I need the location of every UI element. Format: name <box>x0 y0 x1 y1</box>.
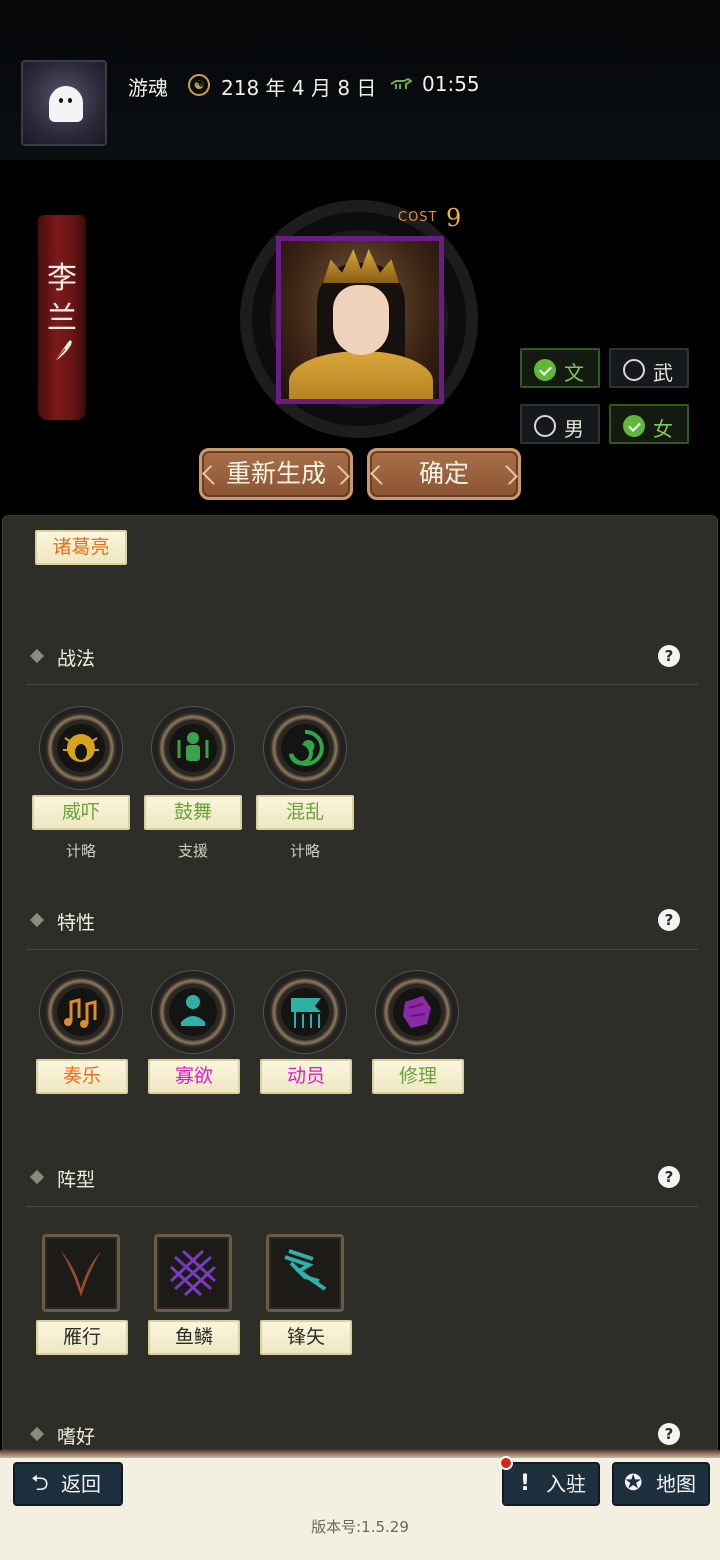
type-military-label: 武 <box>653 361 673 385</box>
calendar-icon: ☯ <box>188 74 210 96</box>
ghost-icon <box>49 86 83 122</box>
top-bar: 游魂 ☯ 218 年 4 月 8 日 01:55 <box>0 0 720 160</box>
divider <box>26 1206 698 1207</box>
traits-help-icon[interactable]: ? <box>658 909 680 931</box>
feather-icon <box>52 340 72 364</box>
formation-name[interactable]: 鱼鳞 <box>148 1320 240 1355</box>
repair-icon[interactable] <box>376 971 458 1053</box>
diamond-icon <box>29 912 45 928</box>
settle-label: 入驻 <box>546 1472 586 1496</box>
type-military-checkbox[interactable]: 武 <box>609 348 689 388</box>
check-icon <box>623 415 645 437</box>
diamond-icon <box>29 648 45 664</box>
type-civil-checkbox[interactable]: 文 <box>520 348 600 388</box>
hero-name-banner: 李 兰 <box>38 215 86 420</box>
diamond-icon <box>29 1169 45 1185</box>
map-label: 地图 <box>656 1472 696 1496</box>
tactic-category: 支援 <box>177 842 208 860</box>
tactics-title: 战法 <box>57 648 96 670</box>
hobbies-title: 嗜好 <box>57 1426 96 1448</box>
formation-name[interactable]: 雁行 <box>36 1320 128 1355</box>
type-civil-label: 文 <box>564 361 584 385</box>
back-button[interactable]: ⮌ 返回 <box>13 1462 123 1506</box>
details-panel: 诸葛亮 战法 ? 威吓 计略 鼓舞 支援 混乱 计略 特性 ? 奏乐 寡欲 动员… <box>2 515 718 1450</box>
formations-title: 阵型 <box>57 1169 96 1191</box>
swirl-icon[interactable] <box>264 707 346 789</box>
horse-icon <box>390 78 412 89</box>
notification-dot <box>499 1456 513 1470</box>
back-label: 返回 <box>61 1472 101 1496</box>
radio-icon <box>534 415 556 437</box>
trait-name[interactable]: 修理 <box>372 1059 464 1094</box>
banner-icon[interactable] <box>264 971 346 1053</box>
formation-name[interactable]: 锋矢 <box>260 1320 352 1355</box>
settle-button[interactable]: ! 入驻 <box>502 1462 600 1506</box>
cheer-icon[interactable] <box>152 707 234 789</box>
version-text: 版本号:1.5.29 <box>311 1518 409 1536</box>
roar-icon[interactable] <box>40 707 122 789</box>
cost-label: COST <box>398 210 438 225</box>
player-name: 游魂 <box>128 76 168 100</box>
tactic-name[interactable]: 鼓舞 <box>144 795 242 830</box>
trait-name[interactable]: 动员 <box>260 1059 352 1094</box>
player-avatar[interactable] <box>21 60 107 146</box>
formations-help-icon[interactable]: ? <box>658 1166 680 1188</box>
hero-portrait <box>276 236 444 404</box>
trait-name[interactable]: 寡欲 <box>148 1059 240 1094</box>
wing-formation-icon[interactable] <box>42 1234 120 1312</box>
cost-value: 9 <box>446 204 462 232</box>
arrow-formation-icon[interactable] <box>266 1234 344 1312</box>
trait-name[interactable]: 奏乐 <box>36 1059 128 1094</box>
gender-female-label: 女 <box>653 417 673 441</box>
gender-male-checkbox[interactable]: 男 <box>520 404 600 444</box>
gender-male-label: 男 <box>564 417 584 441</box>
compass-icon: ✪ <box>624 1471 643 1496</box>
map-button[interactable]: ✪ 地图 <box>612 1462 710 1506</box>
traits-title: 特性 <box>57 912 96 934</box>
back-arrow-icon: ⮌ <box>31 1471 49 1496</box>
tactic-name[interactable]: 混乱 <box>256 795 354 830</box>
hero-name-char-2: 兰 <box>47 301 77 336</box>
regenerate-button[interactable]: 重新生成 <box>199 448 353 500</box>
mentor-tag[interactable]: 诸葛亮 <box>35 530 127 565</box>
hobbies-help-icon[interactable]: ? <box>658 1423 680 1445</box>
tactic-name[interactable]: 威吓 <box>32 795 130 830</box>
music-icon[interactable] <box>40 971 122 1053</box>
divider <box>0 1450 720 1458</box>
diamond-icon <box>29 1426 45 1442</box>
radio-icon <box>623 359 645 381</box>
divider <box>26 949 698 950</box>
tactics-help-icon[interactable]: ? <box>658 645 680 667</box>
exclamation-icon: ! <box>520 1471 531 1496</box>
game-date: 218 年 4 月 8 日 <box>221 76 377 100</box>
tactic-category: 计略 <box>65 842 96 860</box>
meditate-icon[interactable] <box>152 971 234 1053</box>
confirm-button[interactable]: 确定 <box>367 448 521 500</box>
hero-name-char-1: 李 <box>47 261 77 296</box>
game-time: 01:55 <box>422 72 480 96</box>
gender-female-checkbox[interactable]: 女 <box>609 404 689 444</box>
divider <box>26 684 698 685</box>
check-icon <box>534 359 556 381</box>
scale-formation-icon[interactable] <box>154 1234 232 1312</box>
tactic-category: 计略 <box>289 842 320 860</box>
